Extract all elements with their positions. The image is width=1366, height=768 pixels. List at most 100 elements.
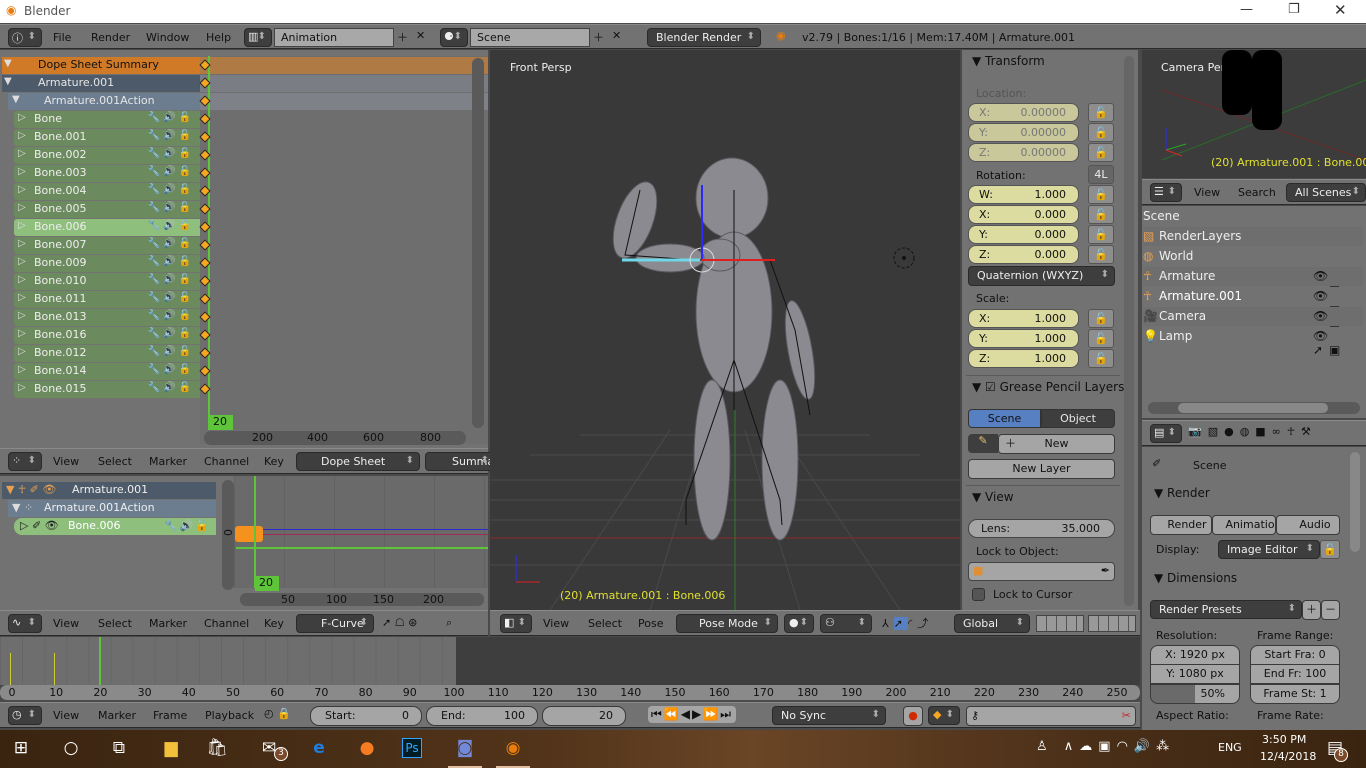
menu-view[interactable]: View: [53, 617, 79, 630]
channel-bone[interactable]: Bone.004 🔧🔊🔓: [14, 183, 200, 200]
channel-bone[interactable]: Bone.006 🔧🔊🔓: [14, 219, 200, 236]
graph-canvas[interactable]: [234, 476, 488, 588]
menu-window[interactable]: Window: [146, 31, 189, 44]
channel-tools-icon[interactable]: 🔧🔊🔓: [148, 166, 194, 177]
resolution-percent-slider[interactable]: 50%: [1150, 684, 1240, 704]
outliner-item[interactable]: ◍ World: [1143, 247, 1363, 266]
view-panel-title[interactable]: ▼ View: [972, 490, 1014, 504]
channel-tools-icon[interactable]: 🔧🔊🔓: [148, 382, 194, 393]
mode-dropdown[interactable]: Pose Mode: [676, 614, 778, 633]
scl-z-field[interactable]: Z: 1.000: [968, 349, 1079, 368]
outliner-item[interactable]: ☥Armature👁➚▣: [1143, 267, 1363, 297]
outliner-menu-search[interactable]: Search: [1238, 186, 1276, 199]
channel-tools-icon[interactable]: 🔧🔊🔓: [148, 292, 194, 303]
lock-icon[interactable]: 🔓: [1088, 205, 1114, 224]
scene-field[interactable]: Scene: [470, 28, 590, 47]
playback-controls[interactable]: ⏮⏪◀▶⏩⏭: [648, 706, 736, 723]
outliner-item[interactable]: ▧ RenderLayers: [1143, 227, 1363, 246]
graph-scrollbar-h[interactable]: [240, 593, 484, 606]
filter-search-icon[interactable]: ⌕: [446, 616, 452, 630]
close-button[interactable]: ✕: [1334, 1, 1347, 19]
clock-date[interactable]: 12/4/2018: [1260, 750, 1316, 763]
editor-type-timeline[interactable]: ◷: [8, 706, 42, 725]
channel-tools-icon[interactable]: 🔧🔊🔓: [148, 364, 194, 375]
outliner-item[interactable]: ☥Armature.001👁➚▣: [1143, 287, 1363, 317]
eyedropper-icon[interactable]: ✒: [1101, 564, 1110, 577]
properties-scrollbar[interactable]: [1350, 452, 1360, 552]
channel-tools-icon[interactable]: 🔧🔊🔓: [148, 256, 194, 267]
menu-key[interactable]: Key: [264, 455, 284, 468]
channel-tools-icon[interactable]: 🔧🔊🔓: [148, 112, 194, 123]
expand-icon[interactable]: ▼: [12, 94, 20, 105]
start-button-icon[interactable]: ⊞: [8, 736, 34, 760]
properties-tab-icons[interactable]: 📷▧●◍■∞☥⚒: [1188, 425, 1317, 438]
delete-keyingset-icon[interactable]: ✂: [1122, 707, 1131, 725]
editor-type-dopesheet[interactable]: ⁘: [8, 452, 42, 471]
channel-tools-icon[interactable]: 🔧🔊🔓: [148, 148, 194, 159]
expand-icon[interactable]: ▼: [4, 76, 12, 87]
remove-scene-button[interactable]: ✕: [612, 29, 621, 42]
menu-channel[interactable]: Channel: [204, 455, 249, 468]
channel-bone[interactable]: Bone.002 🔧🔊🔓: [14, 147, 200, 164]
scl-x-field[interactable]: X: 1.000: [968, 309, 1079, 328]
lock-icon[interactable]: 🔓: [1088, 329, 1114, 348]
dopesheet-mode-dropdown[interactable]: Dope Sheet: [296, 452, 420, 471]
scene-icon[interactable]: ⚈: [440, 28, 468, 47]
channel-bone[interactable]: Bone.001 🔧🔊🔓: [14, 129, 200, 146]
display-dropdown[interactable]: Image Editor: [1218, 540, 1320, 559]
channel-bone[interactable]: Bone.012 🔧🔊🔓: [14, 345, 200, 362]
grease-pencil-checkbox[interactable]: ▼ ☑ Grease Pencil Layers: [972, 380, 1124, 394]
menu-marker[interactable]: Marker: [98, 709, 136, 722]
sync-dropdown[interactable]: No Sync: [772, 706, 886, 725]
expand-icon[interactable]: ▼: [4, 58, 12, 69]
scl-y-field[interactable]: Y: 1.000: [968, 329, 1079, 348]
edge-icon[interactable]: e: [306, 736, 332, 760]
resolution-x-field[interactable]: X: 1920 px: [1150, 645, 1240, 665]
screen-layout-icon[interactable]: ▥: [244, 28, 272, 47]
3d-viewport[interactable]: Front Persp (20) Armature.001: Bone.006: [490, 50, 960, 610]
outliner-item[interactable]: Scene: [1143, 207, 1363, 226]
dopesheet-keys-area[interactable]: [200, 56, 488, 444]
screen-layout-field[interactable]: Animation: [274, 28, 394, 47]
lock-icon[interactable]: 🔓: [1088, 185, 1114, 204]
transform-orientation-dropdown[interactable]: Global: [954, 614, 1030, 633]
channel-tools-icon[interactable]: 🔧🔊🔓: [148, 220, 194, 231]
record-button[interactable]: ●: [903, 706, 923, 726]
channel-tools-icon[interactable]: 🔧🔊🔓: [148, 328, 194, 339]
channel-bone[interactable]: Bone.015 🔧🔊🔓: [14, 381, 200, 398]
add-layout-button[interactable]: ＋: [397, 29, 408, 45]
channel-tools-icon[interactable]: 🔧🔊🔓: [148, 238, 194, 249]
tray-icons[interactable]: ♙ ∧☁▣◠🔊⁂: [1036, 739, 1175, 754]
menu-render[interactable]: Render: [91, 31, 130, 44]
menu-marker[interactable]: Marker: [149, 617, 187, 630]
current-frame-label[interactable]: 20: [209, 415, 233, 430]
editor-type-info[interactable]: ⓘ: [8, 28, 42, 47]
menu-help[interactable]: Help: [206, 31, 231, 44]
editor-type-3dview[interactable]: ◧: [500, 614, 532, 633]
frame-end-field[interactable]: End Fr: 100: [1250, 664, 1340, 684]
transform-panel-title[interactable]: ▼ Transform: [972, 54, 1045, 68]
layers-grid-1[interactable]: [1036, 615, 1084, 632]
editor-type-graph[interactable]: ∿: [8, 614, 42, 633]
current-frame-label[interactable]: 20: [255, 576, 279, 591]
manipulator-icons[interactable]: ⅄➚◜⤴: [882, 615, 933, 631]
lock-icon[interactable]: 🔓: [1088, 103, 1114, 122]
outliner-item[interactable]: 💡 Lamp 👁➚▣: [1143, 327, 1363, 357]
graph-channel-action[interactable]: Armature.001Action: [8, 500, 216, 517]
add-preset-button[interactable]: ＋: [1302, 600, 1321, 620]
lock-icon[interactable]: 🔓: [1088, 309, 1114, 328]
remove-preset-button[interactable]: －: [1321, 600, 1340, 620]
rot-w-field[interactable]: W: 1.000: [968, 185, 1079, 204]
channel-bone[interactable]: Bone.007 🔧🔊🔓: [14, 237, 200, 254]
gp-object-tab[interactable]: Object: [1041, 409, 1115, 428]
keying-set-field[interactable]: ⚷ ✂: [966, 706, 1136, 726]
menu-view[interactable]: View: [53, 455, 79, 468]
editor-type-properties[interactable]: ▤: [1150, 424, 1182, 443]
channel-bone[interactable]: Bone.010 🔧🔊🔓: [14, 273, 200, 290]
file-explorer-icon[interactable]: ▆: [158, 736, 184, 760]
gp-new-layer-button[interactable]: New Layer: [968, 459, 1115, 479]
rot-x-field[interactable]: X: 0.000: [968, 205, 1079, 224]
language-indicator[interactable]: ENG: [1218, 741, 1242, 754]
audio-button[interactable]: Audio: [1276, 515, 1340, 535]
cortana-icon[interactable]: ○: [58, 736, 84, 760]
